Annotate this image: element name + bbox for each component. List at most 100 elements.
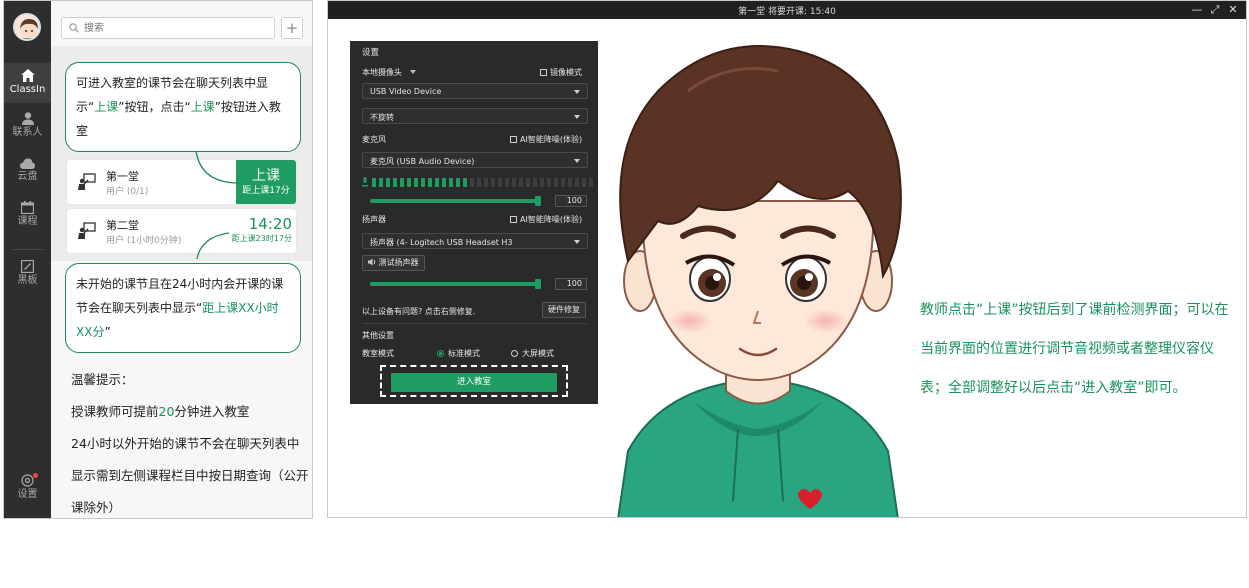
- meter-segment: [533, 178, 537, 187]
- meter-segment: [435, 178, 439, 187]
- enter-classroom-button[interactable]: 进入教室: [391, 373, 557, 392]
- meter-segment: [568, 178, 572, 187]
- callout-highlight: 上课: [94, 100, 119, 114]
- camera-select[interactable]: USB Video Device: [362, 83, 588, 99]
- meter-segment: [526, 178, 530, 187]
- titlebar: 第一堂 将要开课: 15:40 — ⤢ ✕: [328, 1, 1246, 19]
- tips-line-1: 授课教师可提前20分钟进入教室: [71, 396, 311, 428]
- chevron-down-icon: [574, 159, 580, 163]
- sidebar-item-courses[interactable]: 课程: [4, 201, 51, 237]
- minimize-button[interactable]: —: [1190, 2, 1204, 18]
- slider-handle[interactable]: [535, 196, 541, 206]
- test-speaker-button[interactable]: 测试扬声器: [362, 255, 425, 271]
- meter-segment: [519, 178, 523, 187]
- chevron-down-icon: [574, 90, 580, 94]
- cloud-icon: [20, 158, 35, 169]
- speaker-volume-value[interactable]: 100: [555, 278, 587, 290]
- nav-divider: [12, 249, 43, 250]
- radio-icon: [437, 350, 444, 357]
- tips-text: 分钟进入教室: [174, 404, 250, 419]
- meter-segment: [393, 178, 397, 187]
- meter-segment: [372, 178, 376, 187]
- restore-button[interactable]: ⤢: [1208, 2, 1222, 18]
- tips-section: 温馨提示： 授课教师可提前20分钟进入教室 24小时以外开始的课节不会在聊天列表…: [71, 364, 311, 518]
- callout-highlight: 上课: [190, 100, 215, 114]
- meter-segment: [421, 178, 425, 187]
- character-illustration: [617, 45, 902, 517]
- checkbox-label: AI智能降噪(体验): [520, 135, 583, 144]
- callout-countdown: 未开始的课节且在24小时内会开课的课节会在聊天列表中显示“距上课XX小时XX分”: [65, 263, 301, 353]
- meter-segment: [379, 178, 383, 187]
- meter-segment: [386, 178, 390, 187]
- tips-text: 授课教师可提前: [71, 404, 159, 419]
- mic-label: 麦克风: [362, 135, 386, 144]
- callout-text: ”按钮，点击“: [118, 100, 191, 114]
- callout-start-class: 可进入教室的课节会在聊天列表中显示“上课”按钮，点击“上课”按钮进入教室: [65, 62, 301, 152]
- avatar[interactable]: [13, 13, 41, 41]
- sidebar-item-label: 云盘: [17, 171, 38, 182]
- speaker-label: 扬声器: [362, 215, 386, 224]
- sidebar-item-settings[interactable]: 设置: [4, 473, 51, 510]
- select-value: 扬声器 (4- Logitech USB Headset H3: [370, 238, 513, 247]
- checkbox-icon: [510, 136, 517, 143]
- chevron-down-icon[interactable]: [410, 70, 416, 74]
- window-title: 第一堂 将要开课: 15:40: [738, 7, 836, 17]
- meter-segment: [540, 178, 544, 187]
- big-screen-mode-radio[interactable]: 大屏模式: [511, 348, 554, 359]
- radio-label: 大屏模式: [522, 349, 554, 358]
- contacts-icon: [21, 112, 34, 125]
- slider-handle[interactable]: [535, 279, 541, 289]
- meter-segment: [505, 178, 509, 187]
- sidebar-item-label: 黑板: [17, 275, 38, 286]
- mic-ai-noise-checkbox[interactable]: AI智能降噪(体验): [510, 134, 582, 145]
- select-value: 不旋转: [370, 113, 394, 122]
- mic-volume-value[interactable]: 100: [555, 195, 587, 207]
- speaker-volume-slider[interactable]: [370, 279, 541, 289]
- sidebar-item-label: ClassIn: [9, 84, 46, 95]
- meter-segment: [582, 178, 586, 187]
- sidebar-item-label: 课程: [17, 216, 38, 227]
- meter-segment: [428, 178, 432, 187]
- camera-label: 本地摄像头: [362, 68, 402, 77]
- instruction-description: 教师点击“上课”按钮后到了课前检测界面；可以在当前界面的位置进行调节音视频或者整…: [920, 302, 1229, 396]
- select-value: USB Video Device: [370, 87, 442, 96]
- sidebar-item-classin[interactable]: ClassIn: [4, 63, 51, 103]
- meter-segment: [414, 178, 418, 187]
- meter-segment: [470, 178, 474, 187]
- sidebar-item-blackboard[interactable]: 黑板: [4, 260, 51, 296]
- standard-mode-radio[interactable]: 标准模式: [437, 348, 480, 359]
- mic-select[interactable]: 麦克风 (USB Audio Device): [362, 152, 588, 168]
- speaker-select[interactable]: 扬声器 (4- Logitech USB Headset H3: [362, 233, 588, 249]
- meter-segment: [484, 178, 488, 187]
- checkbox-icon: [510, 216, 517, 223]
- mic-icon: [362, 177, 368, 187]
- slider-fill: [370, 199, 538, 203]
- meter-segment: [449, 178, 453, 187]
- classroom-window: 第一堂 将要开课: 15:40 — ⤢ ✕ 设置 本地摄像头 镜像模式 USB …: [327, 0, 1247, 518]
- speaker-ai-noise-checkbox[interactable]: AI智能降噪(体验): [510, 214, 582, 225]
- meter-segment: [498, 178, 502, 187]
- blackboard-icon: [21, 260, 34, 273]
- sidebar-item-cloud[interactable]: 云盘: [4, 158, 51, 194]
- meter-segment: [589, 178, 593, 187]
- speaker-icon: [368, 258, 376, 266]
- sidebar-item-label: 联系人: [12, 127, 43, 138]
- hardware-fix-button[interactable]: 硬件修复: [542, 302, 586, 318]
- calendar-icon: [21, 201, 34, 214]
- mic-volume-slider[interactable]: [370, 196, 541, 206]
- radio-label: 标准模式: [448, 349, 480, 358]
- divider: [362, 323, 588, 324]
- rotation-select[interactable]: 不旋转: [362, 108, 588, 124]
- sidebar-item-contacts[interactable]: 联系人: [4, 112, 51, 148]
- mirror-mode-checkbox[interactable]: 镜像模式: [540, 67, 582, 78]
- tips-title: 温馨提示：: [71, 372, 134, 387]
- device-settings-panel: 设置 本地摄像头 镜像模式 USB Video Device 不旋转 麦克风 A…: [350, 41, 598, 404]
- radio-icon: [511, 350, 518, 357]
- close-button[interactable]: ✕: [1226, 2, 1240, 18]
- meter-segment: [477, 178, 481, 187]
- device-issue-text: 以上设备有问题? 点击右侧修复.: [362, 307, 476, 316]
- checkbox-label: AI智能降噪(体验): [520, 215, 583, 224]
- meter-segment: [463, 178, 467, 187]
- tips-line-2: 24小时以外开始的课节不会在聊天列表中显示需到左侧课程栏目中按日期查询（公开课除…: [71, 436, 309, 515]
- checkbox-icon: [540, 69, 547, 76]
